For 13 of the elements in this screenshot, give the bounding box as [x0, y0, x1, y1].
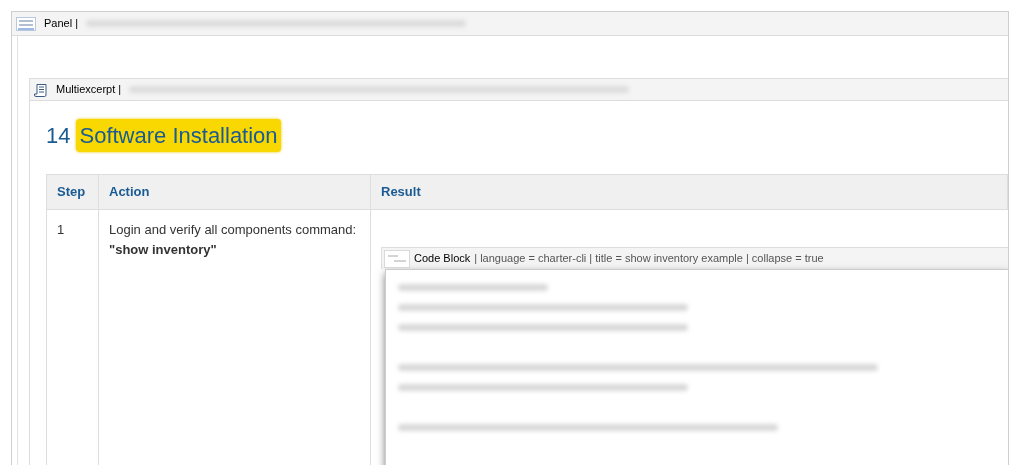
column-header: Step	[47, 175, 99, 209]
scroll-icon	[34, 82, 48, 97]
column-header: Result	[371, 175, 1008, 209]
text-thumbnail-icon	[16, 16, 36, 31]
section-number: 14	[46, 121, 71, 150]
action-text: Login and verify all components command: "show inventory"	[109, 221, 358, 259]
step-number: 1	[57, 222, 65, 237]
macro-parameters: | language = charter-cli | title = show inventory example | collapse = true	[474, 251, 824, 267]
section-title: Software Installation	[76, 118, 281, 152]
panel-label: Panel |	[44, 16, 79, 32]
column-header: Action	[99, 175, 371, 209]
multiexcerpt-label: Multiexcerpt |	[56, 82, 122, 98]
macro-name: Code Block	[414, 251, 471, 267]
